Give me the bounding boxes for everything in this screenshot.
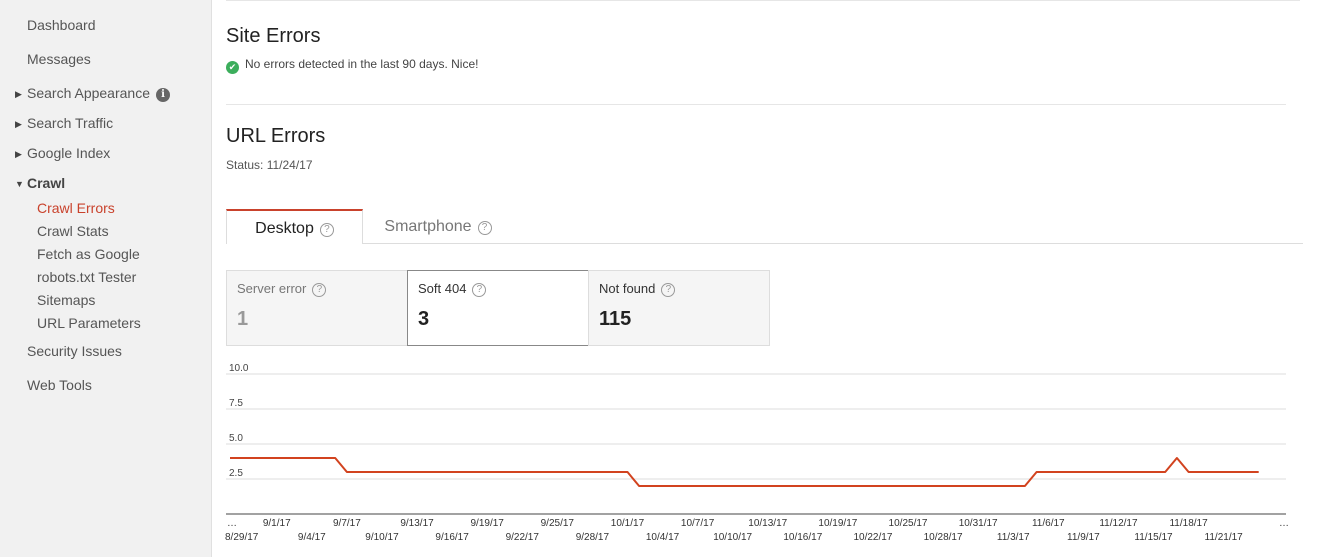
nav-search-appearance[interactable]: Search Appearance i [27,85,170,102]
metric-label-text: Server error [237,281,307,296]
series-line [230,457,1259,487]
url-errors-chart[interactable]: 2.5 7.5 5.0 10.0 … 9/1/17 9/7/17 9/13/17 9/19/17… [213,360,1313,550]
x-tick-label: 10/25/17 [889,518,928,529]
x-tick-label: 10/19/17 [818,518,857,529]
nav-search-appearance-label: Search Appearance [27,85,150,101]
x-tick-label: 11/18/17 [1169,518,1208,529]
nav-crawl-errors[interactable]: Crawl Errors [37,200,115,216]
help-icon[interactable]: ? [312,283,327,297]
tab-desktop-label: Desktop [255,220,314,237]
tab-smartphone-label: Smartphone [384,218,472,235]
x-tick-label: 10/4/17 [646,532,680,543]
nav-google-index[interactable]: Google Index [27,145,110,161]
y-tick-label: 10.0 [229,363,249,374]
site-errors-title: Site Errors [226,25,321,47]
nav-search-traffic[interactable]: Search Traffic [27,115,113,131]
main-content: Site Errors ✔ No errors detected in the l… [213,0,1336,557]
x-tick-label: 11/12/17 [1099,518,1138,529]
site-errors-message: ✔ No errors detected in the last 90 days.… [226,57,478,74]
x-tick-label: 9/25/17 [541,518,575,529]
top-divider [226,0,1300,1]
x-tick-label: 11/21/17 [1205,532,1244,543]
x-tick-label: 11/9/17 [1067,532,1100,543]
metric-label: Soft 404? [418,281,487,297]
metric-value: 1 [237,308,249,330]
metric-not-found[interactable]: Not found? 115 [588,270,770,346]
metric-server-error[interactable]: Server error? 1 [226,270,408,346]
y-tick-label: 7.5 [229,398,243,409]
x-tick-label: 10/31/17 [959,518,998,529]
x-tick-label: 11/6/17 [1032,518,1065,529]
x-tick-label: 9/7/17 [333,518,361,529]
help-icon[interactable]: ? [319,223,334,237]
x-tick-label: 10/16/17 [783,532,822,543]
nav-crawl-stats[interactable]: Crawl Stats [37,223,109,239]
metric-label-text: Soft 404 [418,281,467,296]
x-tick-label: 11/15/17 [1134,532,1173,543]
caret-right-icon[interactable]: ▶ [15,149,22,160]
x-tick-label: 9/13/17 [400,518,434,529]
x-tick-label: 9/1/17 [263,518,291,529]
metric-soft-404[interactable]: Soft 404? 3 [407,270,589,346]
x-tick-label: 9/10/17 [365,532,399,543]
tab-smartphone[interactable]: Smartphone? [363,209,513,244]
caret-down-icon[interactable]: ▼ [15,179,24,189]
metric-label-text: Not found [599,281,656,296]
x-tick-label: 11/3/17 [997,532,1030,543]
help-icon[interactable]: ? [661,283,676,297]
nav-robots-tester[interactable]: robots.txt Tester [37,269,136,285]
caret-right-icon[interactable]: ▶ [15,119,22,130]
status-text: Status: 11/24/17 [226,158,313,172]
nav-messages[interactable]: Messages [27,51,91,67]
section-divider [226,104,1286,105]
nav-web-tools[interactable]: Web Tools [27,377,92,393]
nav-crawl[interactable]: Crawl [27,175,65,191]
metric-label: Server error? [237,281,327,297]
x-tick-label: 10/22/17 [853,532,892,543]
url-errors-title: URL Errors [226,125,326,147]
nav-security-issues[interactable]: Security Issues [27,343,122,359]
sidebar: Dashboard Messages ▶ Search Appearance i … [0,0,212,557]
x-tick-label: … [227,518,237,529]
info-icon[interactable]: i [155,88,170,102]
nav-dashboard[interactable]: Dashboard [27,17,96,33]
x-tick-label: 10/13/17 [748,518,787,529]
caret-right-icon[interactable]: ▶ [15,89,22,100]
tab-desktop[interactable]: Desktop? [226,209,363,244]
nav-url-parameters[interactable]: URL Parameters [37,315,141,331]
x-tick-label: 10/10/17 [713,532,752,543]
x-tick-label: 9/22/17 [506,532,540,543]
metric-value: 115 [599,308,632,330]
metric-label: Not found? [599,281,676,297]
check-circle-icon: ✔ [226,61,239,74]
x-tick-label: 9/28/17 [576,532,610,543]
site-errors-text: No errors detected in the last 90 days. … [245,57,479,71]
x-tick-label: 10/28/17 [924,532,963,543]
x-tick-label: 10/1/17 [611,518,645,529]
nav-fetch-as-google[interactable]: Fetch as Google [37,246,140,262]
x-tick-label: 9/19/17 [470,518,504,529]
help-icon[interactable]: ? [472,283,487,297]
metric-value: 3 [418,308,430,330]
x-tick-label: 9/4/17 [298,532,326,543]
x-tick-label: 8/29/17 [225,532,259,543]
y-tick-label: 5.0 [229,433,243,444]
y-tick-label: 2.5 [229,468,243,479]
x-tick-label: 9/16/17 [435,532,469,543]
x-tick-label: 10/7/17 [681,518,715,529]
help-icon[interactable]: ? [477,221,492,235]
x-tick-label: … [1279,518,1289,529]
nav-sitemaps[interactable]: Sitemaps [37,292,95,308]
